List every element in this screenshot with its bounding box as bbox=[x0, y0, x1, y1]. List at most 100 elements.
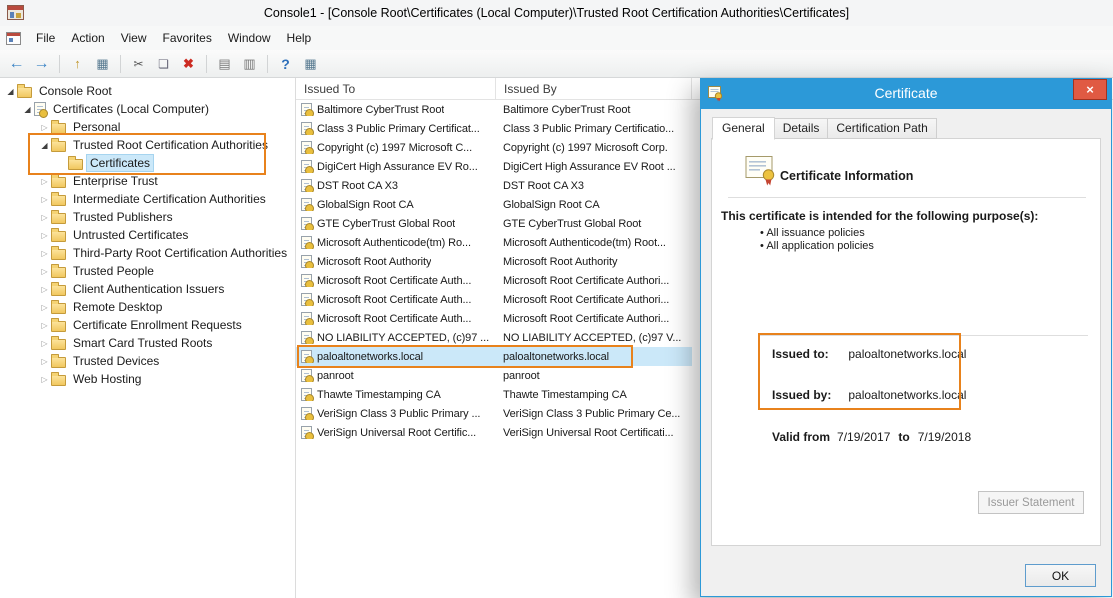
show-hide-console-tree-button[interactable]: ▦ bbox=[91, 53, 114, 75]
certificate-row[interactable]: DigiCert High Assurance EV Ro...DigiCert… bbox=[296, 157, 692, 176]
tree-item-trusted-people[interactable]: ▷Trusted People bbox=[0, 262, 295, 280]
expander-icon[interactable]: ◢ bbox=[21, 105, 34, 114]
tree-item-trusted-publishers[interactable]: ▷Trusted Publishers bbox=[0, 208, 295, 226]
folder-icon bbox=[51, 177, 66, 188]
expander-icon[interactable]: ▷ bbox=[38, 375, 51, 384]
expander-icon[interactable]: ▷ bbox=[38, 123, 51, 132]
issued-by-text: paloaltonetworks.local bbox=[496, 351, 692, 363]
tree-item-certificates[interactable]: Certificates bbox=[0, 154, 295, 172]
issued-to-text: paloaltonetworks.local bbox=[317, 351, 423, 363]
certificate-row[interactable]: Microsoft Root Certificate Auth...Micros… bbox=[296, 290, 692, 309]
menu-window[interactable]: Window bbox=[220, 27, 279, 49]
tree-item-label: Certificates (Local Computer) bbox=[50, 101, 212, 117]
certificate-small-icon bbox=[708, 86, 723, 102]
expander-icon[interactable]: ▷ bbox=[38, 231, 51, 240]
show-hide-action-pane-button[interactable]: ▦ bbox=[299, 53, 322, 75]
certificate-icon bbox=[301, 407, 312, 420]
tree-item-trusted-root-certification-authorities[interactable]: ◢Trusted Root Certification Authorities bbox=[0, 136, 295, 154]
purpose-item: All issuance policies bbox=[760, 227, 874, 240]
column-header-issued-to[interactable]: Issued To bbox=[296, 78, 496, 99]
export-list-button[interactable]: ▤ bbox=[213, 53, 236, 75]
folder-icon bbox=[51, 357, 66, 368]
tree-item-console-root[interactable]: ◢Console Root bbox=[0, 82, 295, 100]
issued-to-text: Baltimore CyberTrust Root bbox=[317, 104, 444, 116]
properties-button[interactable]: ▥ bbox=[238, 53, 261, 75]
tab-general[interactable]: General bbox=[712, 117, 775, 140]
issued-to-text: DST Root CA X3 bbox=[317, 180, 398, 192]
menu-file[interactable]: File bbox=[28, 27, 63, 49]
back-button[interactable]: ← bbox=[5, 53, 28, 75]
copy-button[interactable]: ❏ bbox=[152, 53, 175, 75]
up-one-level-button[interactable]: ↑ bbox=[66, 53, 89, 75]
close-button[interactable]: × bbox=[1073, 79, 1107, 100]
tree-item-third-party-root-certification-authorities[interactable]: ▷Third-Party Root Certification Authorit… bbox=[0, 244, 295, 262]
menu-view[interactable]: View bbox=[113, 27, 155, 49]
tree-item-client-authentication-issuers[interactable]: ▷ Client Authentication Issuers bbox=[0, 280, 295, 298]
certificate-row[interactable]: Class 3 Public Primary Certificat...Clas… bbox=[296, 119, 692, 138]
console-app-icon bbox=[7, 5, 24, 20]
menu-action[interactable]: Action bbox=[63, 27, 112, 49]
cut-button[interactable]: ✂ bbox=[127, 53, 150, 75]
certificate-row[interactable]: GTE CyberTrust Global RootGTE CyberTrust… bbox=[296, 214, 692, 233]
certificate-row[interactable]: NO LIABILITY ACCEPTED, (c)97 ...NO LIABI… bbox=[296, 328, 692, 347]
tree-item-certificate-enrollment-requests[interactable]: ▷ Certificate Enrollment Requests bbox=[0, 316, 295, 334]
tree-item-untrusted-certificates[interactable]: ▷Untrusted Certificates bbox=[0, 226, 295, 244]
certificate-row[interactable]: Baltimore CyberTrust RootBaltimore Cyber… bbox=[296, 100, 692, 119]
tab-details[interactable]: Details bbox=[775, 118, 829, 139]
tree-item-label: Certificate Enrollment Requests bbox=[70, 317, 245, 333]
certificate-row[interactable]: Microsoft Authenticode(tm) Ro...Microsof… bbox=[296, 233, 692, 252]
certificate-row[interactable]: panrootpanroot bbox=[296, 366, 692, 385]
expander-icon[interactable]: ▷ bbox=[38, 285, 51, 294]
tree-item-personal[interactable]: ▷Personal bbox=[0, 118, 295, 136]
help-button[interactable]: ? bbox=[274, 53, 297, 75]
certificate-row[interactable]: Microsoft Root Certificate Auth...Micros… bbox=[296, 271, 692, 290]
forward-button[interactable]: → bbox=[30, 53, 53, 75]
expander-icon[interactable]: ▷ bbox=[38, 177, 51, 186]
expander-icon[interactable]: ▷ bbox=[38, 339, 51, 348]
issued-to-field: Issued to: paloaltonetworks.local bbox=[772, 347, 966, 361]
certificate-row[interactable]: GlobalSign Root CAGlobalSign Root CA bbox=[296, 195, 692, 214]
folder-icon bbox=[51, 267, 66, 278]
expander-icon[interactable]: ▷ bbox=[38, 321, 51, 330]
tree-item-intermediate-certification-authorities[interactable]: ▷Intermediate Certification Authorities bbox=[0, 190, 295, 208]
certificate-row[interactable]: Microsoft Root Certificate Auth...Micros… bbox=[296, 309, 692, 328]
tree-item-trusted-devices[interactable]: ▷Trusted Devices bbox=[0, 352, 295, 370]
certificate-row[interactable]: paloaltonetworks.local paloaltonetworks.l… bbox=[296, 347, 692, 366]
tree-item-web-hosting[interactable]: ▷ Web Hosting bbox=[0, 370, 295, 388]
menu-help[interactable]: Help bbox=[279, 27, 320, 49]
issued-to-text: VeriSign Class 3 Public Primary ... bbox=[317, 408, 480, 420]
delete-button[interactable]: ✖ bbox=[177, 53, 200, 75]
certificate-row[interactable]: Copyright (c) 1997 Microsoft C...Copyrig… bbox=[296, 138, 692, 157]
tree-item-label: Client Authentication Issuers bbox=[70, 281, 227, 297]
tree-item-label: Web Hosting bbox=[70, 371, 144, 387]
certificate-row[interactable]: Thawte Timestamping CAThawte Timestampin… bbox=[296, 385, 692, 404]
expander-icon[interactable]: ◢ bbox=[38, 141, 51, 150]
issued-to-text: DigiCert High Assurance EV Ro... bbox=[317, 161, 478, 173]
tree-item-enterprise-trust[interactable]: ▷Enterprise Trust bbox=[0, 172, 295, 190]
menu-favorites[interactable]: Favorites bbox=[155, 27, 220, 49]
expander-icon[interactable]: ▷ bbox=[38, 303, 51, 312]
certificate-row[interactable]: Microsoft Root AuthorityMicrosoft Root A… bbox=[296, 252, 692, 271]
expander-icon[interactable]: ▷ bbox=[38, 267, 51, 276]
issued-by-text: DST Root CA X3 bbox=[496, 180, 692, 192]
expander-icon[interactable]: ▷ bbox=[38, 195, 51, 204]
expander-icon[interactable]: ◢ bbox=[4, 87, 17, 96]
tree-item-remote-desktop[interactable]: ▷Remote Desktop bbox=[0, 298, 295, 316]
tree-item-smart-card-trusted-roots[interactable]: ▷Smart Card Trusted Roots bbox=[0, 334, 295, 352]
ok-button[interactable]: OK bbox=[1025, 564, 1096, 587]
valid-to-date: 7/19/2018 bbox=[918, 430, 971, 444]
certificate-icon bbox=[301, 388, 312, 401]
expander-icon[interactable]: ▷ bbox=[38, 249, 51, 258]
folder-icon bbox=[51, 303, 66, 314]
expander-icon[interactable]: ▷ bbox=[38, 213, 51, 222]
certificate-row[interactable]: VeriSign Class 3 Public Primary ...VeriS… bbox=[296, 404, 692, 423]
folder-icon bbox=[51, 375, 66, 386]
certificate-row[interactable]: VeriSign Universal Root Certific...VeriS… bbox=[296, 423, 692, 442]
column-header-issued-by[interactable]: Issued By bbox=[496, 78, 692, 99]
issued-by-value: paloaltonetworks.local bbox=[848, 388, 966, 402]
certificate-row[interactable]: DST Root CA X3 DST Root CA X3 bbox=[296, 176, 692, 195]
expander-icon[interactable]: ▷ bbox=[38, 357, 51, 366]
tab-certification-path[interactable]: Certification Path bbox=[828, 118, 936, 139]
dialog-titlebar[interactable]: Certificate × bbox=[700, 78, 1112, 109]
tree-item-certificates-local-computer[interactable]: ◢ Certificates (Local Computer) bbox=[0, 100, 295, 118]
